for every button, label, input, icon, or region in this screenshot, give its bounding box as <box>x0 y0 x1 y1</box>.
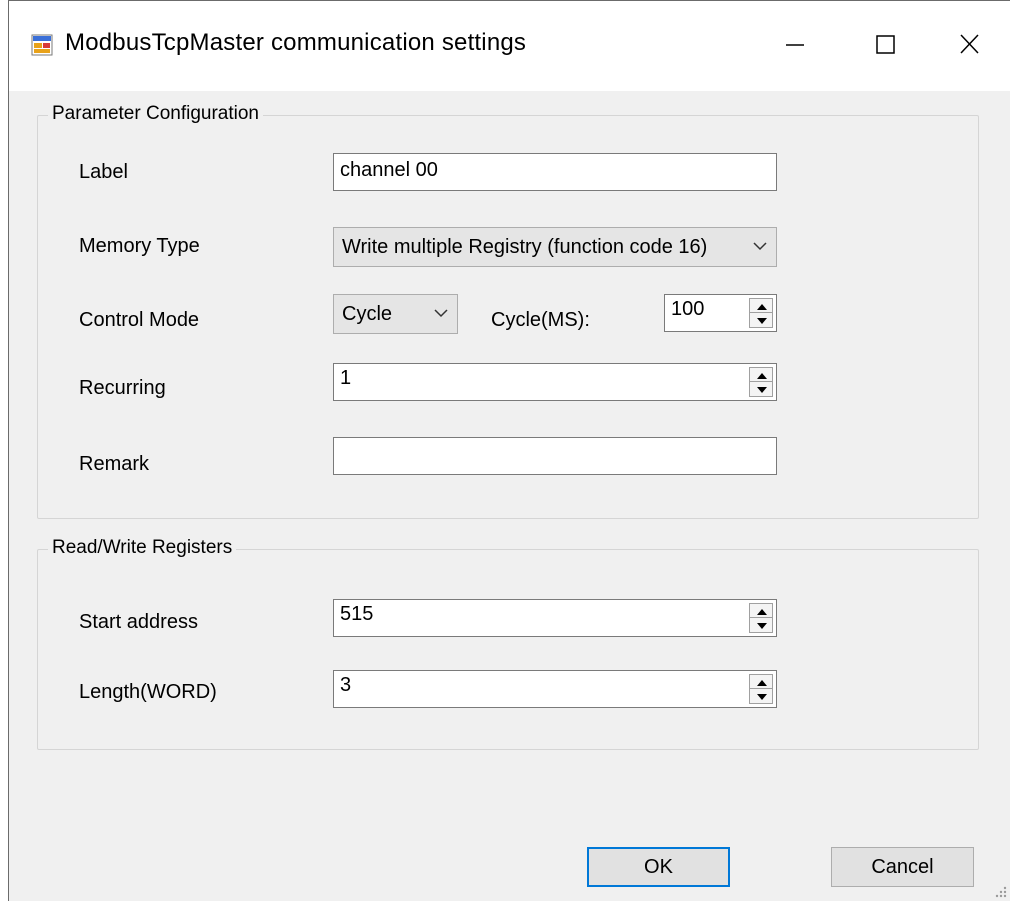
chevron-down-icon <box>753 242 767 251</box>
remark-input[interactable] <box>333 437 777 475</box>
cycle-ms-value: 100 <box>671 298 705 320</box>
arrow-down-icon <box>757 694 767 700</box>
cycle-ms-up-button[interactable] <box>750 299 772 313</box>
maximize-icon <box>876 35 895 54</box>
arrow-down-icon <box>757 623 767 629</box>
recurring-up-button[interactable] <box>750 368 772 382</box>
start-address-caption: Start address <box>79 611 198 633</box>
minimize-button[interactable] <box>764 23 824 67</box>
length-word-up-button[interactable] <box>750 675 772 689</box>
start-address-value: 515 <box>340 603 374 625</box>
cycle-ms-stepper[interactable]: 100 <box>664 294 777 332</box>
memory-type-select[interactable]: Write multiple Registry (function code 1… <box>333 227 777 267</box>
control-mode-value: Cycle <box>342 303 393 325</box>
recurring-down-button[interactable] <box>750 382 772 396</box>
recurring-stepper[interactable]: 1 <box>333 363 777 401</box>
read-write-registers-title: Read/Write Registers <box>48 537 237 559</box>
label-input[interactable]: channel 00 <box>333 153 777 191</box>
close-button[interactable] <box>939 23 999 67</box>
arrow-up-icon <box>757 609 767 615</box>
minimize-icon <box>786 44 804 46</box>
memory-type-caption: Memory Type <box>79 235 200 257</box>
recurring-value: 1 <box>340 367 352 389</box>
maximize-button[interactable] <box>854 23 914 67</box>
control-mode-caption: Control Mode <box>79 309 200 331</box>
control-mode-select[interactable]: Cycle <box>333 294 458 334</box>
start-address-stepper[interactable]: 515 <box>333 599 777 637</box>
arrow-down-icon <box>757 318 767 324</box>
arrow-down-icon <box>757 387 767 393</box>
cycle-ms-caption: Cycle(MS): <box>491 309 590 331</box>
recurring-caption: Recurring <box>79 377 166 399</box>
length-word-value: 3 <box>340 674 352 696</box>
window-title: ModbusTcpMaster communication settings <box>65 29 527 56</box>
resize-grip-icon[interactable] <box>994 885 1008 899</box>
label-caption: Label <box>79 161 128 183</box>
cycle-ms-down-button[interactable] <box>750 313 772 327</box>
ok-button[interactable]: OK <box>587 847 730 887</box>
dialog-window: ModbusTcpMaster communication settings P… <box>8 0 1010 901</box>
form-app-icon <box>31 34 53 56</box>
start-address-up-button[interactable] <box>750 604 772 618</box>
title-bar[interactable]: ModbusTcpMaster communication settings <box>9 1 1010 91</box>
arrow-up-icon <box>757 373 767 379</box>
length-word-caption: Length(WORD) <box>79 681 217 703</box>
memory-type-value: Write multiple Registry (function code 1… <box>342 236 708 258</box>
length-word-down-button[interactable] <box>750 689 772 703</box>
arrow-up-icon <box>757 304 767 310</box>
length-word-stepper[interactable]: 3 <box>333 670 777 708</box>
read-write-registers-group: Read/Write Registers <box>37 537 979 750</box>
chevron-down-icon <box>434 309 448 318</box>
remark-caption: Remark <box>79 453 150 475</box>
arrow-up-icon <box>757 680 767 686</box>
start-address-down-button[interactable] <box>750 618 772 632</box>
parameter-configuration-title: Parameter Configuration <box>48 103 263 125</box>
close-icon <box>960 34 979 54</box>
cancel-button[interactable]: Cancel <box>831 847 974 887</box>
